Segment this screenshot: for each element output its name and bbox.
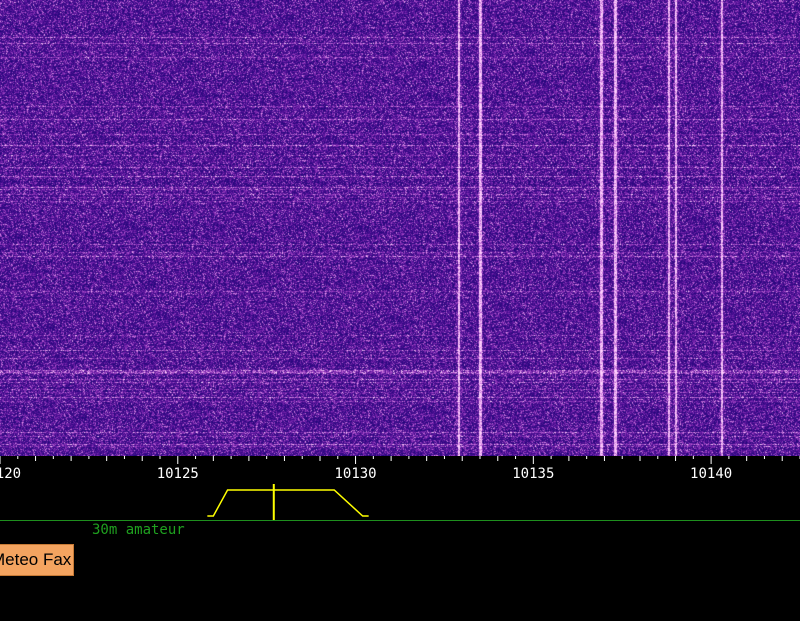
band-label[interactable]: 30m amateur: [92, 522, 185, 538]
scale-ticks: [0, 456, 800, 520]
freq-label-10140: 10140: [690, 466, 733, 482]
band-bar: [0, 520, 800, 521]
frequency-scale[interactable]: 10120 10125 10130 10135 10140: [0, 456, 800, 520]
freq-label-10135: 10135: [512, 466, 555, 482]
freq-label-10125: 10125: [156, 466, 199, 482]
station-marker-meteo-fax[interactable]: Meteo Fax: [0, 544, 75, 576]
filter-passband[interactable]: [207, 489, 369, 517]
freq-label-10130: 10130: [334, 466, 377, 482]
freq-label-10120: 10120: [0, 466, 22, 482]
bottom-panel: [0, 578, 800, 621]
waterfall-display[interactable]: [0, 0, 800, 456]
